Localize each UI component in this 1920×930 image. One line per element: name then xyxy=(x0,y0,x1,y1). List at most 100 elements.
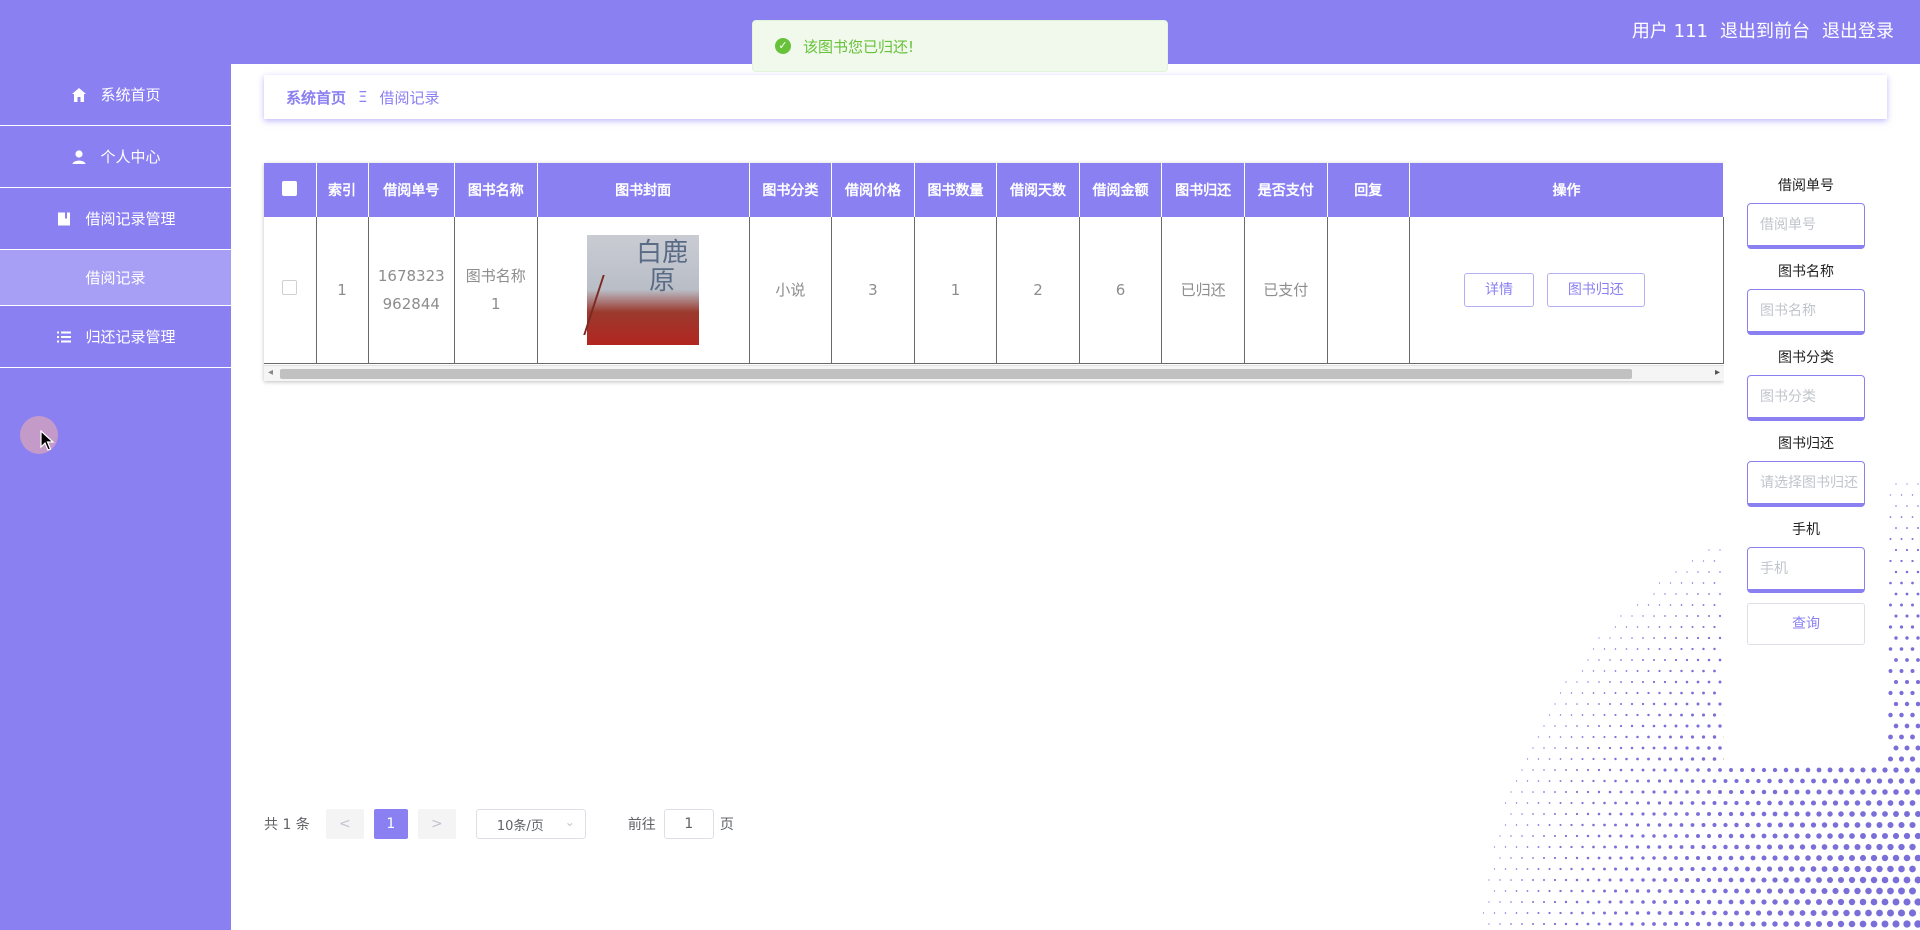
halftone-dot xyxy=(1608,878,1612,882)
halftone-dot xyxy=(1783,921,1789,927)
halftone-dot xyxy=(1674,768,1678,772)
row-select-cell[interactable] xyxy=(264,217,317,364)
halftone-dot xyxy=(1914,854,1920,862)
halftone-dot xyxy=(1526,802,1529,804)
book-cover-image[interactable]: 白鹿原 xyxy=(583,234,700,345)
row-checkbox[interactable] xyxy=(282,279,298,295)
cell-book-name: 图书名称 1 xyxy=(454,217,538,364)
halftone-dot xyxy=(1756,778,1761,784)
logout-link[interactable]: 退出登录 xyxy=(1822,18,1894,46)
scroll-right-icon[interactable]: ▸ xyxy=(1715,367,1720,378)
column-header[interactable]: 借阅单号 xyxy=(368,163,456,217)
column-header[interactable]: 借阅天数 xyxy=(996,163,1080,217)
halftone-dot xyxy=(1576,725,1578,727)
back-to-front-link[interactable]: 退出到前台 xyxy=(1720,18,1810,46)
page-number-current[interactable]: 1 xyxy=(373,809,408,839)
halftone-dot xyxy=(1717,877,1723,883)
book-name-input[interactable] xyxy=(1747,289,1865,335)
halftone-dot xyxy=(1641,680,1645,684)
halftone-dot xyxy=(1772,921,1778,927)
column-header[interactable]: 是否支付 xyxy=(1244,163,1328,217)
halftone-dot xyxy=(1663,724,1667,728)
halftone-dot xyxy=(1674,812,1678,816)
halftone-dot xyxy=(1493,868,1496,870)
halftone-dot xyxy=(1570,867,1573,871)
halftone-dot xyxy=(1810,822,1817,828)
query-button[interactable]: 查询 xyxy=(1747,603,1865,645)
halftone-dot xyxy=(1686,571,1688,573)
halftone-dot xyxy=(1559,758,1562,760)
detail-button[interactable]: 详情 xyxy=(1464,272,1535,307)
next-page-button[interactable]: > xyxy=(417,809,456,839)
column-header[interactable]: 图书名称 xyxy=(454,163,538,217)
halftone-dot xyxy=(1882,811,1888,817)
halftone-dot xyxy=(1679,823,1684,827)
halftone-dot xyxy=(1521,791,1523,793)
select-all-checkbox[interactable] xyxy=(282,180,298,196)
halftone-dot xyxy=(1755,910,1762,916)
return-status-select[interactable] xyxy=(1747,461,1865,507)
goto-page-input[interactable] xyxy=(663,809,714,839)
column-header[interactable]: 索引 xyxy=(316,163,369,217)
halftone-dot xyxy=(1592,736,1595,738)
page-size-select[interactable]: 10条/页 ⌄ xyxy=(475,809,586,839)
sidebar-item-profile[interactable]: 个人中心 xyxy=(0,126,231,188)
column-header[interactable]: 图书数量 xyxy=(914,163,998,217)
column-header[interactable]: 借阅价格 xyxy=(831,163,915,217)
halftone-dot xyxy=(1592,779,1595,783)
halftone-dot xyxy=(1702,560,1705,562)
halftone-dot xyxy=(1898,800,1905,806)
halftone-dot xyxy=(1750,855,1756,861)
halftone-dot xyxy=(1559,845,1562,849)
halftone-dot xyxy=(1647,713,1650,717)
halftone-dot xyxy=(1685,746,1689,750)
sidebar-item-borrow-records[interactable]: 借阅记录 xyxy=(0,250,231,306)
category-input[interactable] xyxy=(1747,375,1865,421)
column-header[interactable]: 回复 xyxy=(1327,163,1411,217)
halftone-dot xyxy=(1889,603,1892,607)
halftone-dot xyxy=(1870,920,1878,928)
halftone-dot xyxy=(1854,800,1861,806)
column-header[interactable]: 借阅金额 xyxy=(1079,163,1163,217)
halftone-dot xyxy=(1909,843,1916,851)
halftone-dot xyxy=(1739,855,1745,861)
sidebar-item-borrow-manage[interactable]: 借阅记录管理 xyxy=(0,188,231,250)
halftone-dot xyxy=(1728,833,1734,839)
sidebar-item-home[interactable]: 系统首页 xyxy=(0,64,231,126)
halftone-dot xyxy=(1603,779,1606,783)
column-header[interactable]: 图书封面 xyxy=(537,163,750,217)
halftone-dot xyxy=(1690,757,1695,761)
halftone-dot xyxy=(1636,691,1639,695)
halftone-dot xyxy=(1636,779,1639,783)
halftone-dot xyxy=(1903,898,1911,906)
halftone-dot xyxy=(1832,866,1839,872)
scrollbar-thumb[interactable] xyxy=(280,369,1632,379)
halftone-dot xyxy=(1707,812,1711,816)
prev-page-button[interactable]: < xyxy=(325,809,364,839)
column-header[interactable]: 图书分类 xyxy=(749,163,833,217)
halftone-dot xyxy=(1696,724,1700,728)
success-toast: ✓ 该图书您已归还! xyxy=(752,20,1168,72)
scroll-left-icon[interactable]: ◂ xyxy=(268,367,273,378)
halftone-dot xyxy=(1854,822,1861,828)
breadcrumb-home[interactable]: 系统首页 xyxy=(286,87,346,108)
halftone-dot xyxy=(1641,856,1645,860)
order-no-input[interactable] xyxy=(1747,203,1865,249)
horizontal-scrollbar[interactable]: ◂ ▸ xyxy=(264,365,1724,381)
halftone-dot xyxy=(1843,887,1850,895)
column-header[interactable]: 图书归还 xyxy=(1161,163,1245,217)
halftone-dot xyxy=(1882,789,1888,795)
return-book-button[interactable]: 图书归还 xyxy=(1546,272,1645,307)
sidebar-item-return-manage[interactable]: 归还记录管理 xyxy=(0,306,231,368)
goto-label: 前往 xyxy=(627,817,656,833)
halftone-dot xyxy=(1669,626,1672,628)
halftone-dot xyxy=(1625,757,1628,761)
halftone-dot xyxy=(1882,767,1888,773)
halftone-dot xyxy=(1592,823,1595,827)
phone-input[interactable] xyxy=(1747,547,1865,593)
cell-paid: 已支付 xyxy=(1244,217,1328,364)
halftone-dot xyxy=(1865,887,1872,895)
halftone-dot xyxy=(1559,780,1562,782)
header-select-all[interactable] xyxy=(264,163,317,217)
halftone-dot xyxy=(1597,790,1601,794)
